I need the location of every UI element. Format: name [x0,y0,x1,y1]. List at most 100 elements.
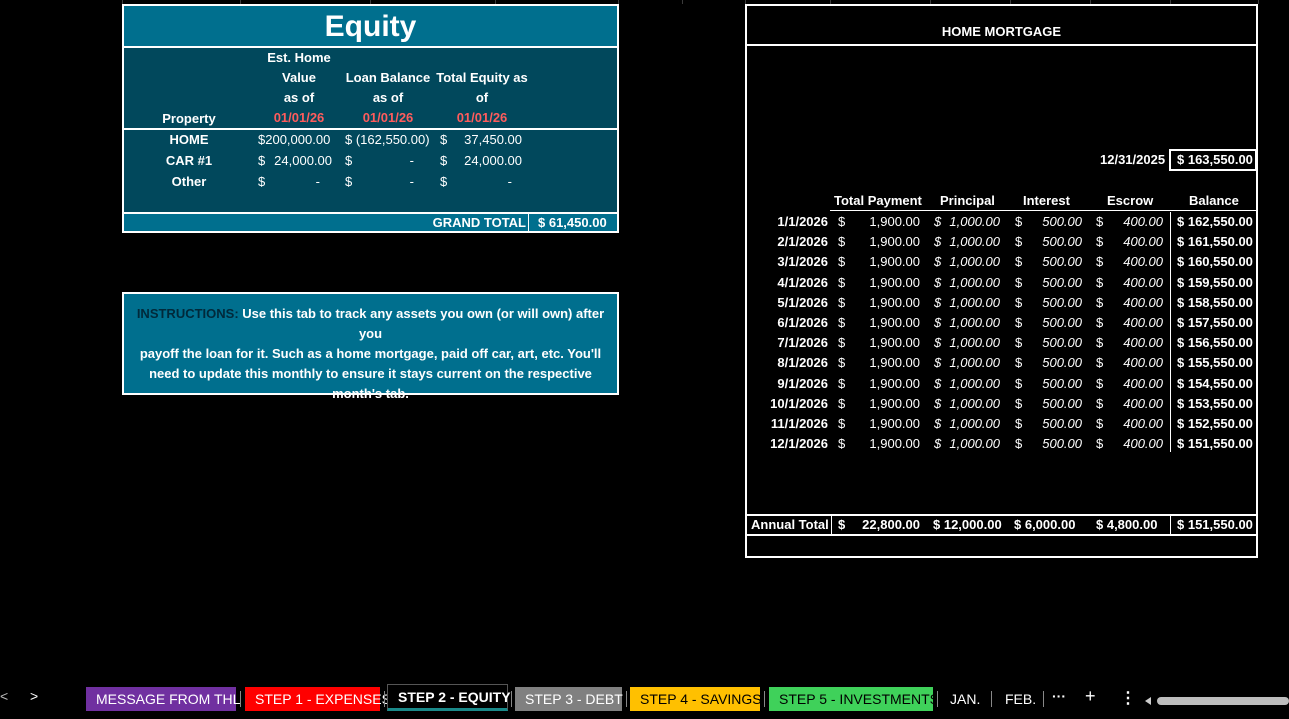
property-other[interactable]: Other [144,172,234,192]
car-value[interactable]: 24,000.00 [270,151,332,171]
tab-step2-equity[interactable]: STEP 2 - EQUITY [387,684,511,711]
row-interest[interactable]: 500.00 [1030,333,1082,353]
row-escrow[interactable]: 400.00 [1110,232,1163,252]
chevron-right-icon[interactable]: > [30,688,42,704]
more-tabs-icon[interactable]: ··· [1052,688,1066,704]
row-escrow[interactable]: 400.00 [1110,212,1163,232]
row-balance[interactable]: $ 159,550.00 [1177,273,1253,293]
row-escrow[interactable]: 400.00 [1110,313,1163,333]
row-interest[interactable]: 500.00 [1030,434,1082,454]
row-balance[interactable]: $ 157,550.00 [1177,313,1253,333]
row-principal[interactable]: 1,000.00 [944,232,1000,252]
annual-balance[interactable]: $ 151,550.00 [1177,515,1253,535]
start-date[interactable]: 12/31/2025 [1100,150,1165,170]
tab-step1-expenses[interactable]: STEP 1 - EXPENSES [245,687,391,711]
scroll-left-icon[interactable] [1145,697,1151,705]
other-value[interactable]: - [290,172,320,192]
tab-jan[interactable]: JAN. [940,687,988,711]
row-date[interactable]: 11/1/2026 [752,414,828,434]
row-payment[interactable]: 1,900.00 [850,414,920,434]
other-equity[interactable]: - [474,172,512,192]
row-balance[interactable]: $ 158,550.00 [1177,293,1253,313]
row-payment[interactable]: 1,900.00 [850,313,920,333]
row-principal[interactable]: 1,000.00 [944,313,1000,333]
row-payment[interactable]: 1,900.00 [850,212,920,232]
row-date[interactable]: 2/1/2026 [752,232,828,252]
row-principal[interactable]: 1,000.00 [944,394,1000,414]
tab-feb[interactable]: FEB. [995,687,1041,711]
tab-step5-investments[interactable]: STEP 5 - INVESTMENTS [769,687,939,711]
row-date[interactable]: 1/1/2026 [752,212,828,232]
row-interest[interactable]: 500.00 [1030,273,1082,293]
scrollbar-thumb[interactable] [1157,697,1289,705]
row-interest[interactable]: 500.00 [1030,232,1082,252]
horizontal-scrollbar[interactable] [1145,693,1289,705]
grand-total-value[interactable]: $ 61,450.00 [538,213,607,233]
row-date[interactable]: 10/1/2026 [752,394,828,414]
row-balance[interactable]: $ 152,550.00 [1177,414,1253,434]
row-date[interactable]: 6/1/2026 [752,313,828,333]
row-interest[interactable]: 500.00 [1030,414,1082,434]
tab-step3-debt[interactable]: STEP 3 - DEBT [515,687,623,711]
start-balance[interactable]: $ 163,550.00 [1177,150,1253,170]
row-payment[interactable]: 1,900.00 [850,353,920,373]
row-payment[interactable]: 1,900.00 [850,252,920,272]
row-principal[interactable]: 1,000.00 [944,333,1000,353]
row-interest[interactable]: 500.00 [1030,353,1082,373]
row-interest[interactable]: 500.00 [1030,394,1082,414]
row-escrow[interactable]: 400.00 [1110,374,1163,394]
row-payment[interactable]: 1,900.00 [850,232,920,252]
row-escrow[interactable]: 400.00 [1110,333,1163,353]
row-principal[interactable]: 1,000.00 [944,434,1000,454]
home-equity[interactable]: 37,450.00 [454,130,522,150]
car-equity[interactable]: 24,000.00 [454,151,522,171]
row-date[interactable]: 8/1/2026 [752,353,828,373]
row-balance[interactable]: $ 156,550.00 [1177,333,1253,353]
row-payment[interactable]: 1,900.00 [850,273,920,293]
row-date[interactable]: 4/1/2026 [752,273,828,293]
row-principal[interactable]: 1,000.00 [944,212,1000,232]
row-balance[interactable]: $ 154,550.00 [1177,374,1253,394]
annual-escrow[interactable]: $ 4,800.00 [1096,515,1157,535]
other-loan[interactable]: - [374,172,414,192]
row-interest[interactable]: 500.00 [1030,212,1082,232]
row-balance[interactable]: $ 153,550.00 [1177,394,1253,414]
add-sheet-icon[interactable]: + [1085,686,1096,707]
tab-options-icon[interactable]: ⋮ [1120,688,1136,708]
row-payment[interactable]: 1,900.00 [850,374,920,394]
tab-message-from-thl[interactable]: MESSAGE FROM THL [86,687,240,711]
chevron-left-icon[interactable]: < [0,688,12,704]
car-loan[interactable]: - [374,151,414,171]
row-interest[interactable]: 500.00 [1030,313,1082,333]
property-car[interactable]: CAR #1 [144,151,234,171]
row-interest[interactable]: 500.00 [1030,252,1082,272]
row-principal[interactable]: 1,000.00 [944,374,1000,394]
row-payment[interactable]: 1,900.00 [850,434,920,454]
row-interest[interactable]: 500.00 [1030,293,1082,313]
row-interest[interactable]: 500.00 [1030,374,1082,394]
row-principal[interactable]: 1,000.00 [944,353,1000,373]
row-payment[interactable]: 1,900.00 [850,333,920,353]
row-principal[interactable]: 1,000.00 [944,273,1000,293]
row-escrow[interactable]: 400.00 [1110,434,1163,454]
row-escrow[interactable]: 400.00 [1110,394,1163,414]
row-date[interactable]: 3/1/2026 [752,252,828,272]
row-escrow[interactable]: 400.00 [1110,252,1163,272]
home-value[interactable]: $200,000.00 [258,130,330,150]
annual-payment[interactable]: 22,800.00 [850,515,920,535]
row-principal[interactable]: 1,000.00 [944,414,1000,434]
row-balance[interactable]: $ 160,550.00 [1177,252,1253,272]
row-principal[interactable]: 1,000.00 [944,293,1000,313]
annual-principal[interactable]: $ 12,000.00 [933,515,1002,535]
row-payment[interactable]: 1,900.00 [850,293,920,313]
row-date[interactable]: 7/1/2026 [752,333,828,353]
row-date[interactable]: 9/1/2026 [752,374,828,394]
home-loan[interactable]: $ (162,550.00) [345,130,430,150]
row-date[interactable]: 12/1/2026 [752,434,828,454]
property-home[interactable]: HOME [144,130,234,150]
row-balance[interactable]: $ 151,550.00 [1177,434,1253,454]
annual-interest[interactable]: $ 6,000.00 [1014,515,1075,535]
row-balance[interactable]: $ 161,550.00 [1177,232,1253,252]
row-balance[interactable]: $ 155,550.00 [1177,353,1253,373]
row-escrow[interactable]: 400.00 [1110,414,1163,434]
